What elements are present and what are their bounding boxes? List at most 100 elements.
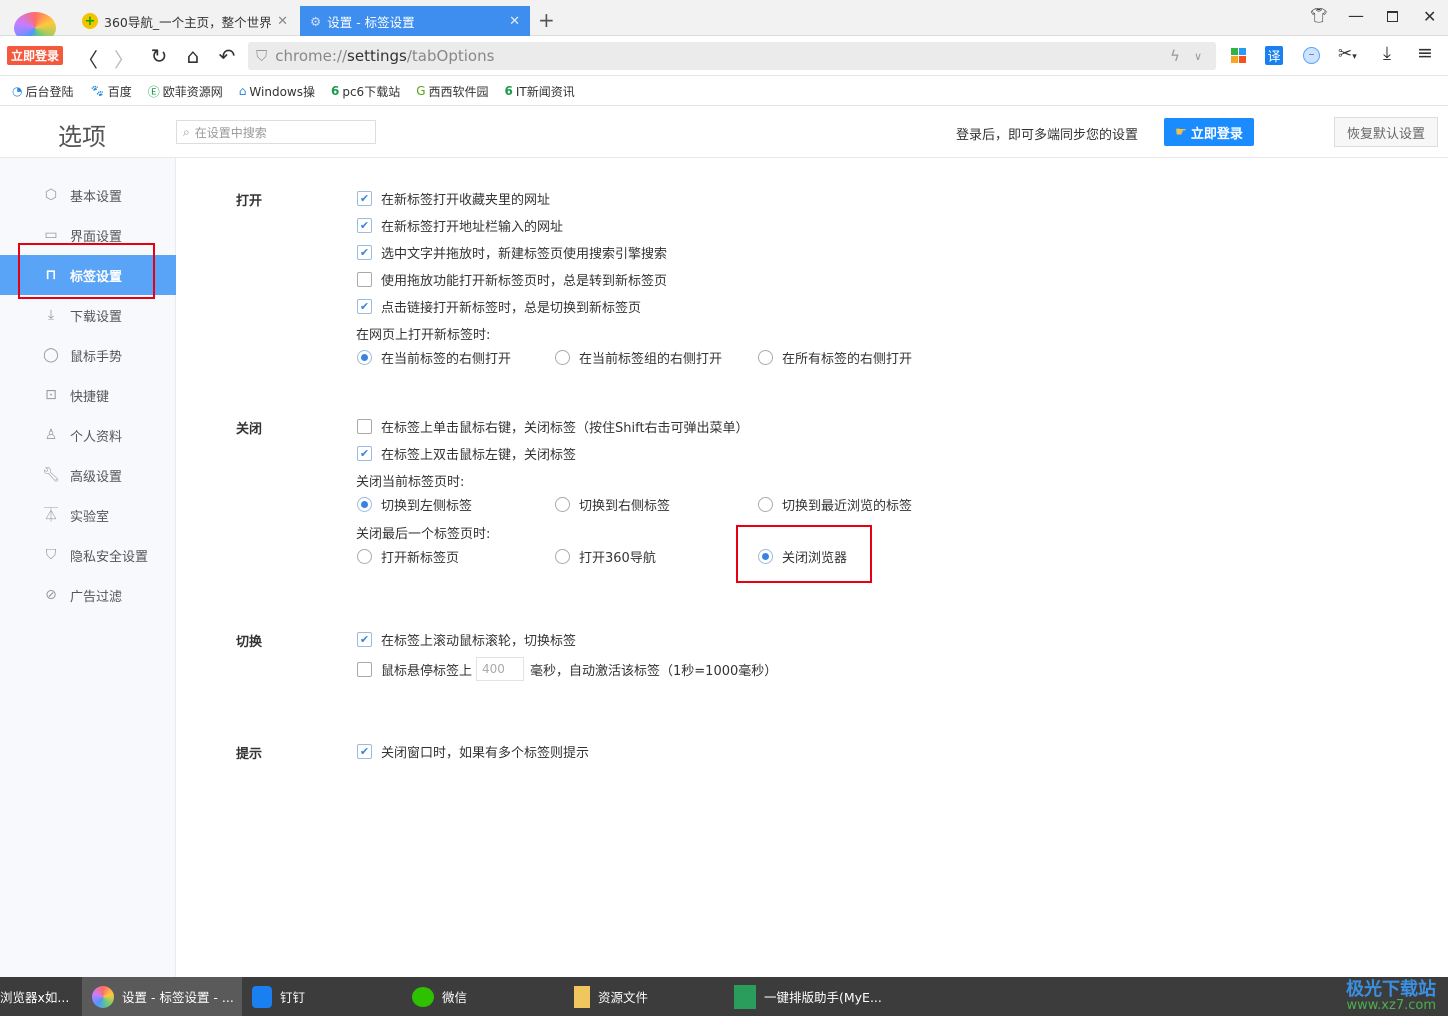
taskbar-label: 一键排版助手(MyE... — [764, 990, 882, 1005]
pc6-icon: 6 — [330, 84, 340, 98]
tab-360-nav[interactable]: + 360导航_一个主页，整个世界 ✕ — [72, 6, 298, 36]
radio-label: 切换到左侧标签 — [381, 498, 473, 514]
taskbar-item[interactable]: 浏览器x如... — [0, 977, 82, 1016]
sidebar-item-label: 基本设置 — [70, 189, 123, 205]
radio-row[interactable]: 打开新标签页 — [357, 547, 460, 566]
download-icon[interactable]: ⤓ — [1383, 43, 1391, 64]
radio-row[interactable]: 切换到右侧标签 — [555, 495, 670, 514]
scissors-icon[interactable]: ✂︎▾ — [1338, 44, 1357, 64]
sidebar-item-basic[interactable]: ⬡ 基本设置 — [0, 175, 176, 215]
bookmark-item[interactable]: 6 IT新闻资讯 — [505, 83, 575, 100]
radio[interactable] — [555, 496, 570, 512]
sidebar-item-download[interactable]: ⤓ 下载设置 — [0, 295, 176, 335]
checkbox[interactable]: ✔ — [357, 190, 372, 206]
menu-icon[interactable]: ≡ — [1417, 42, 1433, 64]
search-placeholder: 在设置中搜索 — [194, 125, 267, 140]
reset-defaults-button[interactable]: 恢复默认设置 — [1334, 117, 1438, 147]
maximize-button[interactable] — [1387, 11, 1398, 22]
radio-label: 打开360导航 — [579, 550, 656, 566]
taskbar-item[interactable]: 资源文件 — [564, 977, 724, 1016]
sidebar-item-label: 实验室 — [70, 509, 110, 525]
sidebar-item-mouse-gestures[interactable]: ◯ 鼠标手势 — [0, 335, 176, 375]
login-button[interactable]: ☛ 立即登录 — [1164, 118, 1254, 146]
hover-activate-row[interactable]: 鼠标悬停标签上 400 毫秒，自动激活该标签（1秒=1000毫秒） — [357, 657, 777, 681]
bookmark-item[interactable]: 🐾︎ 百度 — [90, 83, 132, 100]
back-button[interactable]: 〈 — [76, 44, 100, 73]
checkbox[interactable] — [357, 418, 372, 434]
radio[interactable] — [758, 349, 773, 365]
minus-circle-icon[interactable]: – — [1303, 47, 1320, 64]
radio-row[interactable]: 在当前标签组的右侧打开 — [555, 348, 722, 367]
settings-search-input[interactable]: ⌕ 在设置中搜索 — [176, 120, 376, 144]
sidebar-item-advanced[interactable]: 🔧︎ 高级设置 — [0, 455, 176, 495]
sidebar-item-lab[interactable]: ⏄ 实验室 — [0, 495, 176, 535]
bookmark-item[interactable]: 6 pc6下载站 — [331, 83, 400, 100]
radio[interactable] — [758, 496, 773, 512]
taskbar-item[interactable]: 微信 — [402, 977, 564, 1016]
radio-row[interactable]: 在当前标签的右侧打开 — [357, 348, 511, 367]
radio-row[interactable]: 切换到最近浏览的标签 — [758, 495, 912, 514]
checkbox[interactable] — [357, 661, 372, 677]
highlight-box-close-browser — [736, 525, 872, 583]
radio-row[interactable]: 切换到左侧标签 — [357, 495, 473, 514]
url-input[interactable]: ⛉ chrome://settings/tabOptions ϟ ∨ — [248, 42, 1216, 70]
tab-settings[interactable]: ⚙ 设置 - 标签设置 ✕ — [300, 6, 530, 36]
undo-button[interactable]: ↶ — [215, 44, 239, 68]
close-tab-icon[interactable]: ✕ — [509, 14, 520, 29]
option-row[interactable]: 在标签上单击鼠标右键，关闭标签（按住Shift右击可弹出菜单） — [357, 417, 749, 436]
new-tab-button[interactable]: + — [538, 8, 555, 32]
option-row[interactable]: ✔ 在新标签打开收藏夹里的网址 — [357, 189, 550, 208]
option-row[interactable]: ✔ 点击链接打开新标签时，总是切换到新标签页 — [357, 297, 641, 316]
radio[interactable] — [357, 548, 372, 564]
checkbox[interactable]: ✔ — [357, 217, 372, 233]
radio[interactable] — [357, 349, 372, 365]
radio[interactable] — [555, 548, 570, 564]
radio-label: 打开新标签页 — [381, 550, 460, 566]
option-row[interactable]: ✔ 选中文字并拖放时，新建标签页使用搜索引擎搜索 — [357, 243, 667, 262]
chevron-down-icon[interactable]: ∨ — [1194, 50, 1202, 63]
checkbox[interactable]: ✔ — [357, 631, 372, 647]
lightning-icon[interactable]: ϟ — [1170, 47, 1180, 65]
sidebar-item-shortcuts[interactable]: ⊡ 快捷键 — [0, 375, 176, 415]
forward-button[interactable]: 〉 — [112, 44, 136, 73]
close-tab-icon[interactable]: ✕ — [277, 14, 288, 29]
sidebar-item-label: 界面设置 — [70, 229, 123, 245]
home-button[interactable]: ⌂ — [181, 44, 205, 68]
close-window-button[interactable]: ✕ — [1423, 7, 1436, 26]
option-row[interactable]: ✔ 在新标签打开地址栏输入的网址 — [357, 216, 563, 235]
taskbar-item[interactable]: 一键排版助手(MyE... — [724, 977, 894, 1016]
login-badge[interactable]: 立即登录 — [7, 46, 64, 65]
skin-icon[interactable]: 👕︎ — [1310, 8, 1328, 24]
tab-title: 360导航_一个主页，整个世界 — [104, 14, 272, 30]
sidebar-item-adblock[interactable]: ⊘ 广告过滤 — [0, 575, 176, 615]
checkbox[interactable]: ✔ — [357, 298, 372, 314]
checkbox[interactable]: ✔ — [357, 743, 372, 759]
sidebar-item-privacy[interactable]: ⛉ 隐私安全设置 — [0, 535, 176, 575]
radio-row[interactable]: 在所有标签的右侧打开 — [758, 348, 912, 367]
taskbar-label: 设置 - 标签设置 - ... — [122, 990, 234, 1005]
sidebar-item-profile[interactable]: ♙ 个人资料 — [0, 415, 176, 455]
translate-icon[interactable]: 译 — [1265, 46, 1283, 65]
option-row[interactable]: ✔ 在标签上滚动鼠标滚轮，切换标签 — [357, 630, 576, 649]
page-title: 选项 — [58, 123, 106, 151]
checkbox[interactable]: ✔ — [357, 445, 372, 461]
checkbox[interactable] — [357, 271, 372, 287]
bookmark-item[interactable]: ⌂ Windows操 — [239, 83, 315, 100]
taskbar-item[interactable]: 钉钉 — [242, 977, 402, 1016]
radio[interactable] — [555, 349, 570, 365]
minimize-button[interactable]: — — [1348, 6, 1364, 25]
bookmark-item[interactable]: ◔ 后台登陆 — [12, 83, 74, 100]
option-row[interactable]: ✔ 在标签上双击鼠标左键，关闭标签 — [357, 444, 576, 463]
checkbox[interactable]: ✔ — [357, 244, 372, 260]
option-row[interactable]: 使用拖放功能打开新标签页时，总是转到新标签页 — [357, 270, 667, 289]
hover-delay-input[interactable]: 400 — [476, 657, 525, 681]
bookmark-item[interactable]: Ⓔ 欧菲资源网 — [148, 83, 223, 100]
radio-row[interactable]: 打开360导航 — [555, 547, 656, 566]
bookmark-item[interactable]: G 西西软件园 — [416, 83, 488, 100]
taskbar-item-active[interactable]: 设置 - 标签设置 - ... — [82, 977, 242, 1016]
apps-icon[interactable] — [1231, 48, 1246, 63]
watermark-text: 极光下载站 — [1346, 979, 1436, 1000]
option-row[interactable]: ✔ 关闭窗口时，如果有多个标签则提示 — [357, 742, 589, 761]
reload-button[interactable]: ↻ — [147, 44, 171, 68]
radio[interactable] — [357, 496, 372, 512]
